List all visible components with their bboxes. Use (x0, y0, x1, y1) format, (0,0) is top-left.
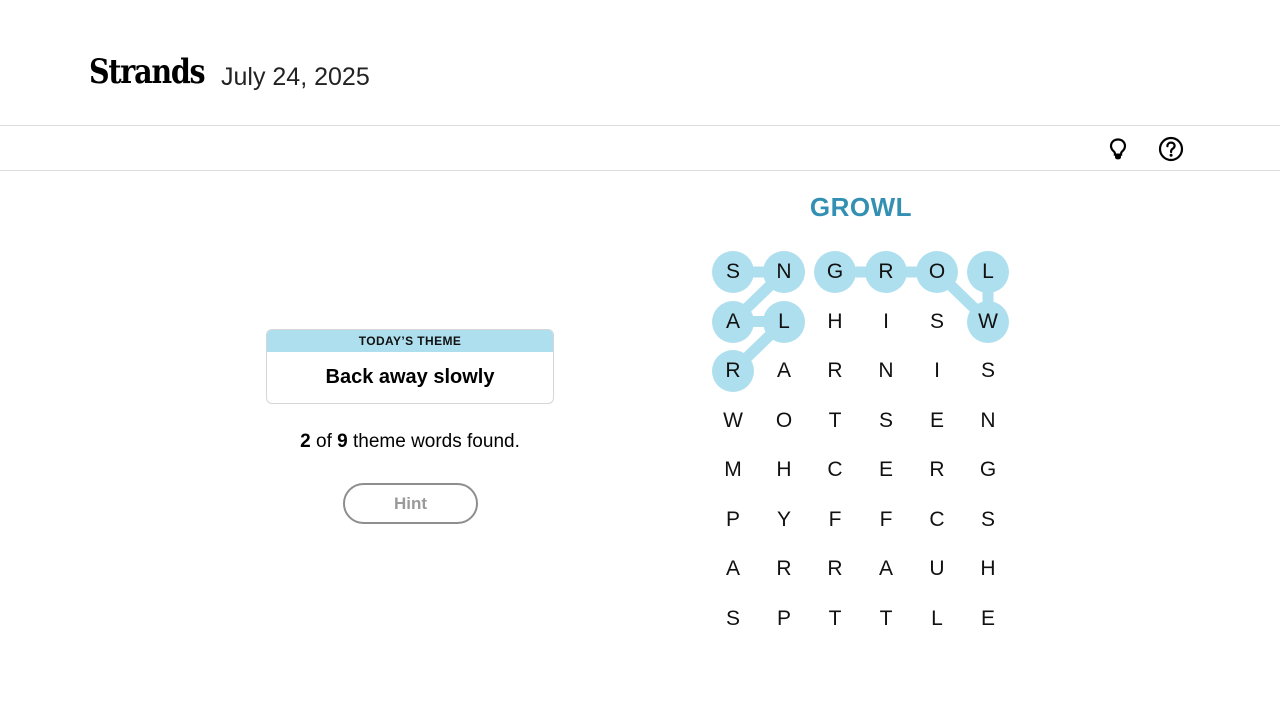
theme-text: Back away slowly (325, 366, 495, 388)
letter-cell[interactable]: S (712, 598, 754, 640)
lightbulb-icon[interactable] (1105, 136, 1131, 162)
current-word: GROWL (809, 192, 913, 222)
hint-button[interactable]: Hint (343, 483, 478, 524)
letter-cell[interactable]: E (967, 598, 1009, 640)
letter-cell[interactable]: O (763, 400, 805, 442)
letter-cell[interactable]: H (967, 548, 1009, 590)
letter-cell[interactable]: A (763, 350, 805, 392)
help-circle-icon[interactable] (1158, 136, 1184, 162)
letter-cell[interactable]: W (712, 400, 754, 442)
toolbar (0, 127, 1280, 171)
letter-cell[interactable]: S (712, 251, 754, 293)
letter-cell[interactable]: I (916, 350, 958, 392)
letter-cell[interactable]: R (814, 350, 856, 392)
letter-cell[interactable]: R (865, 251, 907, 293)
letter-cell[interactable]: R (712, 350, 754, 392)
letter-cell[interactable]: L (763, 300, 805, 343)
letter-cell[interactable]: S (916, 301, 958, 343)
letter-cell[interactable]: N (763, 251, 805, 293)
letter-cell[interactable]: N (967, 400, 1009, 442)
letter-cell[interactable]: R (763, 548, 805, 590)
progress-text: 2 of 9 theme words found. (232, 429, 588, 455)
letter-cell[interactable]: L (967, 251, 1009, 293)
letter-cell[interactable]: O (916, 251, 958, 293)
letter-cell[interactable]: P (763, 598, 805, 640)
letter-cell[interactable]: E (865, 449, 907, 491)
letter-cell[interactable]: A (712, 300, 754, 343)
progress-of: of (310, 431, 338, 452)
progress-suffix: theme words found. (347, 431, 520, 452)
letter-cell[interactable]: T (865, 598, 907, 640)
letter-cell[interactable]: F (814, 499, 856, 541)
puzzle-date: July 24, 2025 (221, 63, 370, 91)
theme-card: TODAY’S THEME Back away slowly (266, 329, 554, 404)
letter-cell[interactable]: A (712, 548, 754, 590)
letter-cell[interactable]: C (916, 499, 958, 541)
letter-cell[interactable]: N (865, 350, 907, 392)
letter-cell[interactable]: E (916, 400, 958, 442)
letter-cell[interactable]: L (916, 598, 958, 640)
letter-cell[interactable]: U (916, 548, 958, 590)
letter-cell[interactable]: T (814, 598, 856, 640)
letter-cell[interactable]: Y (763, 499, 805, 541)
letter-cell[interactable]: P (712, 499, 754, 541)
app-logo[interactable]: Strands (89, 52, 206, 92)
total-count: 9 (337, 431, 348, 452)
letter-cell[interactable]: S (967, 499, 1009, 541)
letter-cell[interactable]: S (865, 400, 907, 442)
found-count: 2 (300, 431, 311, 452)
theme-label: TODAY’S THEME (267, 330, 553, 352)
letter-cell[interactable]: H (763, 449, 805, 491)
header: Strands July 24, 2025 (0, 0, 1280, 126)
letter-cell[interactable]: R (814, 548, 856, 590)
letter-cell[interactable]: M (712, 449, 754, 491)
letter-cell[interactable]: F (865, 499, 907, 541)
letter-cell[interactable]: W (967, 300, 1009, 343)
letter-cell[interactable]: I (865, 301, 907, 343)
letter-cell[interactable]: G (967, 449, 1009, 491)
letter-cell[interactable]: A (865, 548, 907, 590)
letter-cell[interactable]: H (814, 301, 856, 343)
letter-cell[interactable]: R (916, 449, 958, 491)
letter-cell[interactable]: C (814, 449, 856, 491)
letter-cell[interactable]: T (814, 400, 856, 442)
letter-cell[interactable]: S (967, 350, 1009, 392)
letter-cell[interactable]: G (814, 251, 856, 293)
